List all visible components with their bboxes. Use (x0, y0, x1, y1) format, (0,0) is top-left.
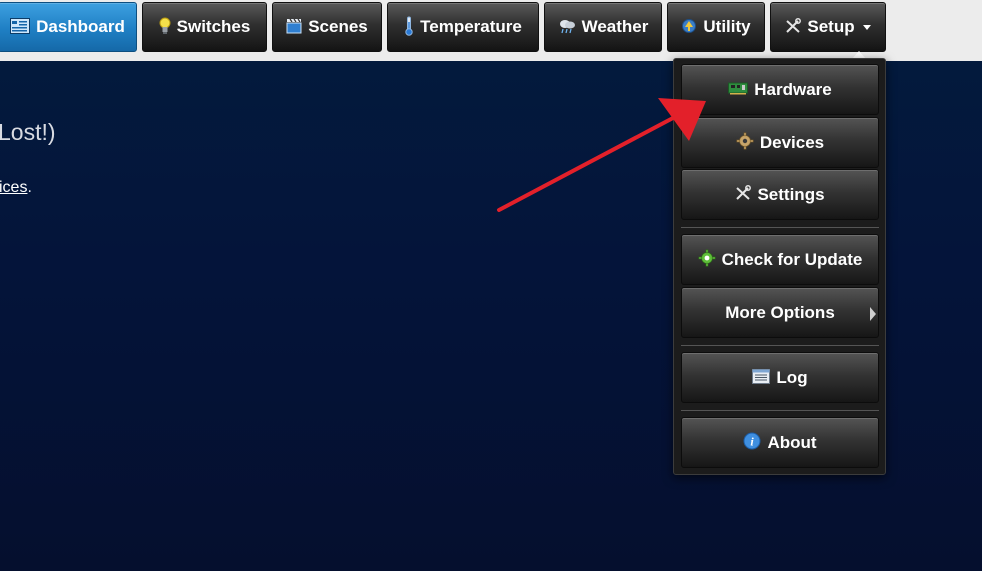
menu-item-hardware-label: Hardware (754, 79, 832, 99)
nav-switches-label: Switches (176, 17, 251, 36)
menu-item-settings-label: Settings (757, 184, 825, 204)
nav-dashboard-button[interactable]: Dashboard (0, 2, 137, 52)
menu-item-log-label: Log (776, 367, 808, 387)
menu-item-check-for-update[interactable]: Check for Update (681, 234, 879, 285)
top-navbar: Dashboard Switches Scenes Temperature We… (0, 0, 982, 61)
content-text-suffix: . (27, 179, 32, 196)
info-icon: i (743, 432, 761, 453)
menu-item-more-options-label: More Options (725, 302, 835, 322)
nav-weather-button[interactable]: Weather (544, 2, 662, 52)
menu-item-devices-label: Devices (759, 132, 825, 152)
nav-setup-button[interactable]: Setup (770, 2, 886, 52)
menu-item-about-label: About (767, 432, 817, 452)
content-text: ices. (0, 179, 32, 197)
tools-icon (735, 185, 752, 204)
menu-item-check-for-update-label: Check for Update (721, 249, 863, 269)
submenu-arrow-icon (870, 307, 876, 321)
menu-divider (681, 410, 879, 411)
menu-item-hardware[interactable]: Hardware (681, 64, 879, 115)
nav-scenes-label: Scenes (308, 17, 368, 36)
menu-item-devices[interactable]: Devices (681, 117, 879, 168)
nav-temperature-label: Temperature (420, 17, 522, 36)
hardware-board-icon (728, 81, 749, 98)
thermometer-icon (404, 16, 414, 39)
nav-switches-button[interactable]: Switches (142, 2, 267, 52)
menu-item-about[interactable]: i About (681, 417, 879, 468)
nav-temperature-button[interactable]: Temperature (387, 2, 539, 52)
log-list-icon (752, 368, 771, 387)
nav-utility-button[interactable]: Utility (667, 2, 765, 52)
menu-divider (681, 345, 879, 346)
update-gear-icon (698, 249, 716, 270)
lightbulb-icon (159, 17, 171, 38)
dashboard-icon (10, 17, 31, 37)
nav-setup-label: Setup (807, 17, 855, 36)
gear-icon (736, 132, 754, 153)
utility-icon (681, 18, 697, 37)
menu-item-log[interactable]: Log (681, 352, 879, 403)
menu-item-more-options[interactable]: More Options (681, 287, 879, 338)
nav-dashboard-label: Dashboard (36, 17, 125, 36)
nav-scenes-button[interactable]: Scenes (272, 2, 382, 52)
clapperboard-icon (286, 18, 302, 37)
menu-item-settings[interactable]: Settings (681, 169, 879, 220)
menu-divider (681, 227, 879, 228)
nav-utility-label: Utility (703, 17, 751, 36)
chevron-down-icon (862, 24, 871, 30)
page-heading: Lost!) (0, 119, 56, 145)
weather-cloud-icon (558, 18, 576, 37)
devices-link[interactable]: ices (0, 179, 27, 196)
tools-icon (785, 17, 802, 37)
nav-weather-label: Weather (581, 17, 649, 36)
